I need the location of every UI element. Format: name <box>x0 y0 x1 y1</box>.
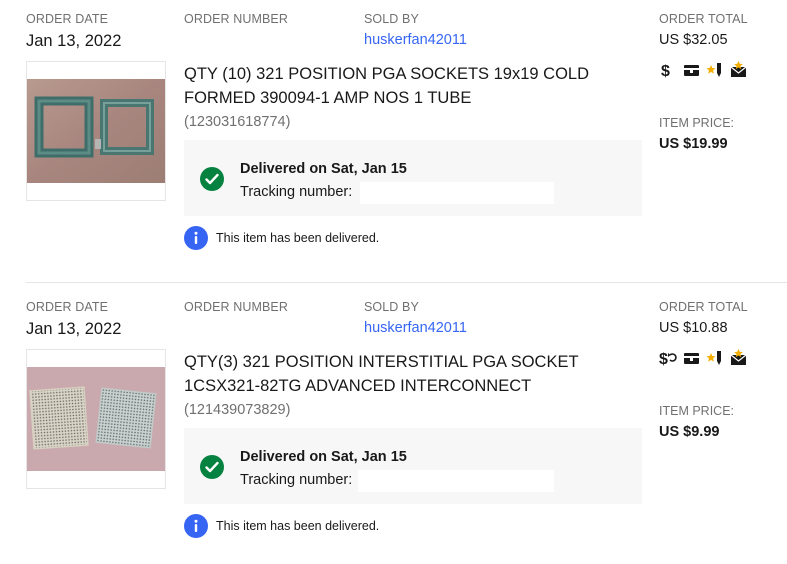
info-icon <box>184 226 208 250</box>
item-price-label: ITEM PRICE: <box>659 404 735 418</box>
check-circle-icon <box>200 455 224 479</box>
svg-text:$: $ <box>659 351 668 368</box>
info-icon <box>184 514 208 538</box>
seller-link[interactable]: huskerfan42011 <box>364 32 467 48</box>
item-price: US $19.99 <box>659 136 728 152</box>
item-number: (121439073829) <box>184 402 291 418</box>
order-divider <box>26 282 787 283</box>
item-thumbnail[interactable] <box>26 61 166 201</box>
order-card: ORDER DATE ORDER NUMBER SOLD BY ORDER TO… <box>0 0 787 276</box>
package-icon[interactable] <box>682 60 702 80</box>
feedback-star-icon[interactable] <box>705 348 725 368</box>
delivery-status-panel: Delivered on Sat, Jan 15 Tracking number… <box>184 140 642 216</box>
order-total-label: ORDER TOTAL <box>659 12 748 26</box>
dollar-refund-icon[interactable]: $ <box>659 348 679 368</box>
delivery-status: Delivered on Sat, Jan 15 <box>240 449 407 465</box>
delivered-notice: This item has been delivered. <box>216 231 380 245</box>
item-price: US $9.99 <box>659 424 720 440</box>
mail-icon[interactable] <box>729 348 749 368</box>
sold-by-label: SOLD BY <box>364 300 419 314</box>
dollar-icon[interactable]: $ <box>659 60 679 80</box>
delivered-notice: This item has been delivered. <box>216 519 380 533</box>
order-total: US $32.05 <box>659 32 728 48</box>
tracking-number-value[interactable] <box>358 470 554 492</box>
item-number: (123031618774) <box>184 114 291 130</box>
order-date: Jan 13, 2022 <box>26 32 122 50</box>
item-photo <box>27 79 165 183</box>
item-title-link[interactable]: QTY(3) 321 POSITION INTERSTITIAL PGA SOC… <box>184 350 614 398</box>
order-date-label: ORDER DATE <box>26 300 109 314</box>
order-total-label: ORDER TOTAL <box>659 300 748 314</box>
delivery-status-panel: Delivered on Sat, Jan 15 Tracking number… <box>184 428 642 504</box>
order-date-label: ORDER DATE <box>26 12 109 26</box>
check-circle-icon <box>200 167 224 191</box>
order-date: Jan 13, 2022 <box>26 320 122 338</box>
item-price-label: ITEM PRICE: <box>659 116 735 130</box>
order-total: US $10.88 <box>659 320 728 336</box>
sold-by-label: SOLD BY <box>364 12 419 26</box>
order-status-icons: $ <box>659 348 759 368</box>
package-icon[interactable] <box>682 348 702 368</box>
order-number-label: ORDER NUMBER <box>184 12 288 26</box>
order-status-icons: $ <box>659 60 759 80</box>
delivery-status: Delivered on Sat, Jan 15 <box>240 161 407 177</box>
item-thumbnail[interactable] <box>26 349 166 489</box>
order-card: ORDER DATE ORDER NUMBER SOLD BY ORDER TO… <box>0 288 787 564</box>
item-title-link[interactable]: QTY (10) 321 POSITION PGA SOCKETS 19x19 … <box>184 62 614 110</box>
tracking-number-value[interactable] <box>360 182 554 204</box>
feedback-star-icon[interactable] <box>705 60 725 80</box>
mail-icon[interactable] <box>729 60 749 80</box>
item-photo <box>27 367 165 471</box>
tracking-label: Tracking number: <box>240 472 353 488</box>
order-number-label: ORDER NUMBER <box>184 300 288 314</box>
seller-link[interactable]: huskerfan42011 <box>364 320 467 336</box>
svg-text:$: $ <box>661 63 670 80</box>
tracking-label: Tracking number: <box>240 184 353 200</box>
